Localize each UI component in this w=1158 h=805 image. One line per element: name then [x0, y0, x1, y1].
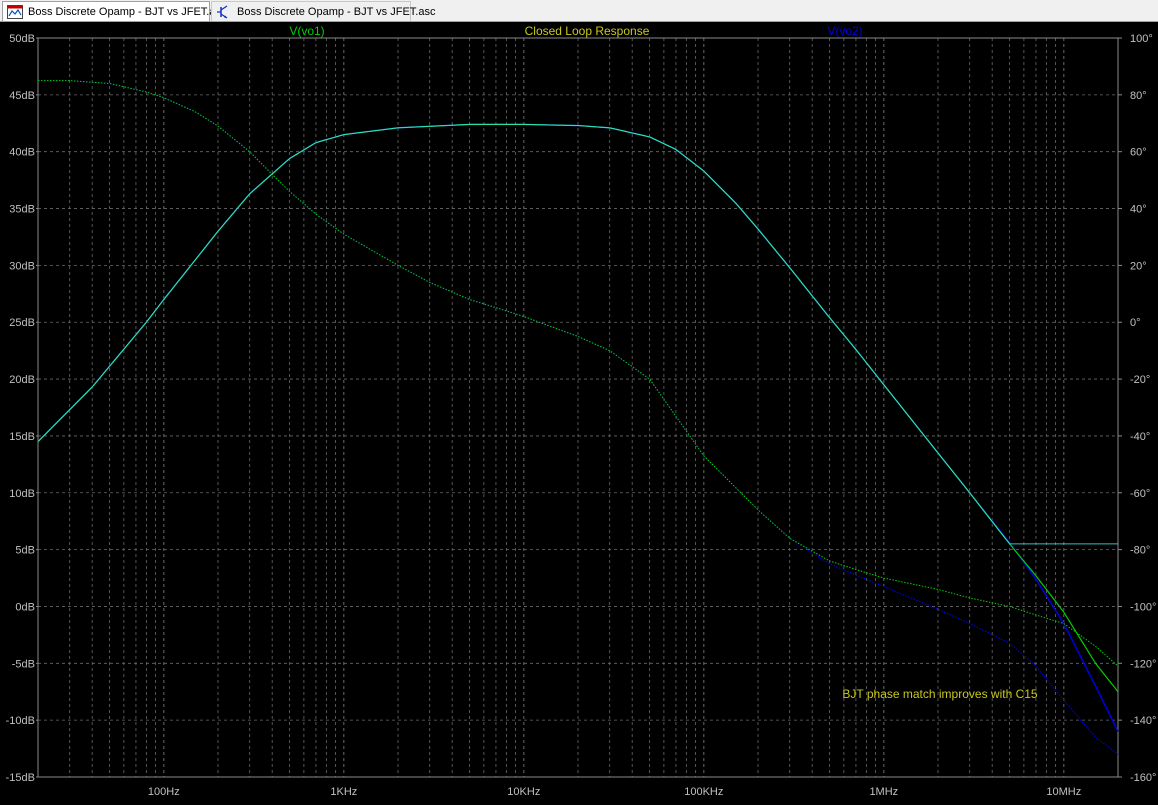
left-tick-label: 25dB: [9, 317, 35, 329]
left-tick-label: 30dB: [9, 260, 35, 272]
legend-vo1[interactable]: V(vo1): [289, 24, 324, 38]
tab-label: Boss Discrete Opamp - BJT vs JFET.asc: [28, 5, 227, 18]
tab-schematic[interactable]: Boss Discrete Opamp - BJT vs JFET.asc: [211, 1, 435, 21]
left-tick-label: 10dB: [9, 488, 35, 500]
right-tick-label: -60°: [1130, 488, 1150, 500]
tab-label: Boss Discrete Opamp - BJT vs JFET.asc: [237, 5, 436, 18]
right-tick-label: -40°: [1130, 431, 1150, 443]
right-tick-label: 60°: [1130, 147, 1147, 159]
plot-background: [0, 22, 1158, 800]
waveform-window-icon: [7, 4, 23, 19]
left-tick-label: 20dB: [9, 374, 35, 386]
right-tick-label: -140°: [1130, 715, 1156, 727]
left-tick-label: -5dB: [12, 658, 35, 670]
chart-title: Closed Loop Response: [525, 24, 650, 38]
right-tick-label: 100°: [1130, 33, 1153, 45]
bode-plot: 50dB 45dB 40dB 35dB 30dB 25dB 20dB 15dB 10dB 5dB 0…: [0, 22, 1158, 800]
left-tick-label: -10dB: [6, 715, 35, 727]
left-tick-label: 45dB: [9, 90, 35, 102]
x-tick-label: 10MHz: [1046, 786, 1081, 798]
annotation-text[interactable]: BJT phase match improves with C15: [842, 687, 1038, 701]
right-tick-label: 0°: [1130, 317, 1141, 329]
left-tick-label: 0dB: [15, 601, 35, 613]
left-tick-label: -15dB: [6, 772, 35, 784]
right-tick-label: 20°: [1130, 260, 1147, 272]
legend-vo2[interactable]: V(vo2): [827, 24, 862, 38]
right-tick-label: -160°: [1130, 772, 1156, 784]
tab-waveform-viewer[interactable]: Boss Discrete Opamp - BJT vs JFET.asc: [2, 1, 226, 21]
left-tick-label: 40dB: [9, 147, 35, 159]
left-tick-label: 35dB: [9, 204, 35, 216]
waveform-plot-pane[interactable]: 50dB 45dB 40dB 35dB 30dB 25dB 20dB 15dB 10dB 5dB 0…: [0, 22, 1158, 800]
right-tick-label: -100°: [1130, 601, 1156, 613]
x-tick-label: 10KHz: [507, 786, 540, 798]
left-tick-label: 5dB: [15, 545, 35, 557]
right-tick-label: 80°: [1130, 90, 1147, 102]
x-tick-label: 100Hz: [148, 786, 180, 798]
schematic-transistor-icon: [216, 5, 232, 19]
right-tick-label: 40°: [1130, 204, 1147, 216]
right-tick-label: -20°: [1130, 374, 1150, 386]
tab-bar: Boss Discrete Opamp - BJT vs JFET.asc Bo…: [0, 0, 1158, 22]
x-tick-label: 100KHz: [684, 786, 723, 798]
left-tick-label: 15dB: [9, 431, 35, 443]
x-tick-label: 1KHz: [330, 786, 357, 798]
x-tick-label: 1MHz: [869, 786, 898, 798]
right-tick-label: -80°: [1130, 545, 1150, 557]
right-tick-label: -120°: [1130, 658, 1156, 670]
left-tick-label: 50dB: [9, 33, 35, 45]
